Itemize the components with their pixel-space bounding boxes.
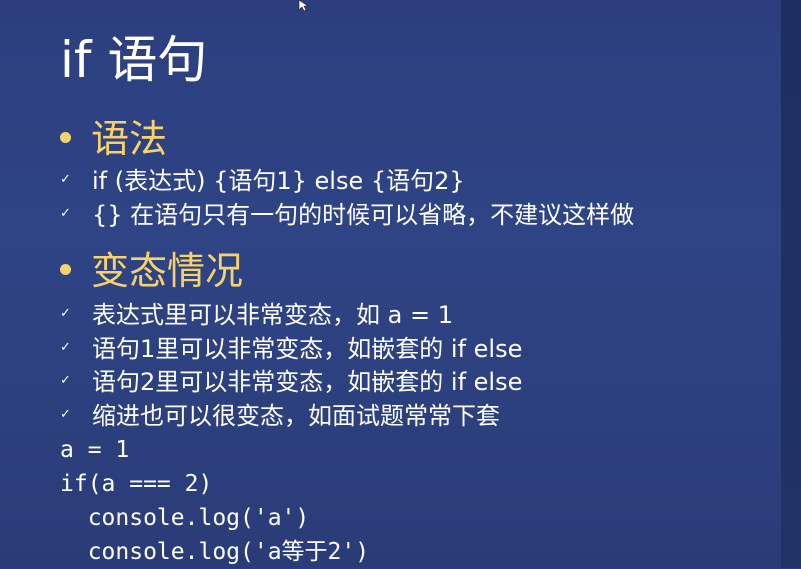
code-line: console.log('a等于2') bbox=[60, 539, 370, 565]
check-icon: ✓ bbox=[60, 407, 71, 422]
code-line: a = 1 bbox=[60, 437, 130, 463]
section-heading-label: 语法 bbox=[91, 117, 168, 161]
section-heading-label: 变态情况 bbox=[91, 249, 244, 293]
check-icon: ✓ bbox=[60, 172, 71, 187]
list-item: ✓ 语句2里可以非常变态，如嵌套的 if else bbox=[60, 366, 522, 399]
code-line: if(a === 2) bbox=[60, 471, 213, 497]
list-item: ✓ 缩进也可以很变态，如面试题常常下套 bbox=[60, 400, 500, 433]
dot-icon bbox=[60, 132, 71, 143]
list-item: ✓ {} 在语句只有一句的时候可以省略，不建议这样做 bbox=[60, 199, 634, 232]
list-item-text: {} 在语句只有一句的时候可以省略，不建议这样做 bbox=[92, 201, 635, 229]
check-icon: ✓ bbox=[60, 206, 71, 221]
section-heading-syntax: 语法 bbox=[60, 116, 167, 162]
list-item-text: 缩进也可以很变态，如面试题常常下套 bbox=[92, 402, 500, 430]
code-line: console.log('a') bbox=[60, 505, 310, 531]
list-item-text: 语句1里可以非常变态，如嵌套的 if else bbox=[92, 335, 523, 363]
check-icon: ✓ bbox=[60, 340, 71, 355]
cursor-icon bbox=[298, 0, 309, 12]
list-item-text: if (表达式) {语句1} else {语句2} bbox=[92, 167, 465, 195]
check-icon: ✓ bbox=[60, 373, 71, 388]
dot-icon bbox=[60, 264, 71, 275]
right-edge-strip bbox=[781, 0, 801, 568]
section-heading-edge-cases: 变态情况 bbox=[60, 248, 243, 294]
list-item: ✓ 表达式里可以非常变态，如 a = 1 bbox=[60, 299, 453, 332]
list-item: ✓ if (表达式) {语句1} else {语句2} bbox=[60, 165, 465, 198]
slide-title: if 语句 bbox=[60, 31, 208, 89]
list-item: ✓ 语句1里可以非常变态，如嵌套的 if else bbox=[60, 333, 522, 366]
check-icon: ✓ bbox=[60, 306, 71, 321]
list-item-text: 表达式里可以非常变态，如 a = 1 bbox=[92, 301, 453, 329]
list-item-text: 语句2里可以非常变态，如嵌套的 if else bbox=[92, 368, 523, 396]
